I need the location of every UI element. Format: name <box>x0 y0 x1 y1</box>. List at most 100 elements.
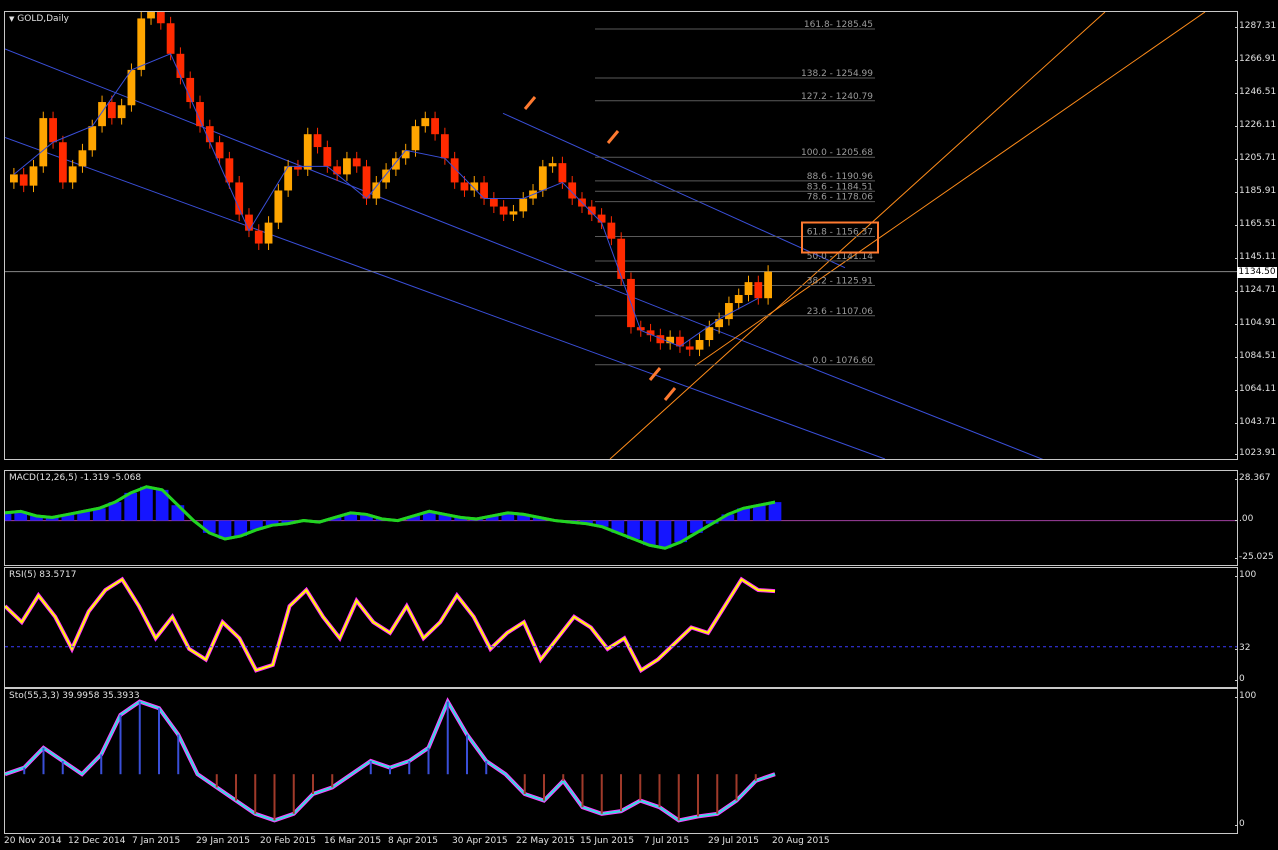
time-tick: 22 May 2015 <box>516 836 575 846</box>
price-tick: 1266.91 <box>1234 54 1277 64</box>
trend-line-lower <box>5 136 886 459</box>
time-tick: 8 Apr 2015 <box>388 836 438 846</box>
candle-body <box>49 118 57 143</box>
candle-body <box>58 142 67 183</box>
fib-level-label: 88.6 - 1190.96 <box>807 172 873 182</box>
rsi-line <box>5 577 776 672</box>
candle-body <box>245 214 253 231</box>
time-tick: 12 Dec 2014 <box>68 836 126 846</box>
chart-title: ▼ GOLD,Daily <box>9 14 69 24</box>
candle-body <box>744 282 753 295</box>
price-tick: 1064.11 <box>1234 384 1277 394</box>
candle-body <box>725 303 733 320</box>
candle-body <box>166 23 175 54</box>
candle-body <box>78 150 87 167</box>
candle-body <box>205 126 214 143</box>
price-tick: 1165.51 <box>1234 219 1277 229</box>
rsi-label: RSI(5) 83.5717 <box>9 570 77 580</box>
candle-body <box>421 118 430 127</box>
candle-body <box>313 134 322 148</box>
candle-body <box>538 166 547 191</box>
time-tick: 20 Nov 2014 <box>4 836 62 846</box>
time-tick: 7 Jul 2015 <box>644 836 690 846</box>
current-price-label: 1134.50 <box>1237 267 1277 278</box>
candle-body <box>19 174 28 186</box>
chart-title-text: GOLD,Daily <box>17 14 69 24</box>
price-tick: 1043.71 <box>1234 417 1277 427</box>
candle-body <box>362 166 371 199</box>
candle-body <box>39 118 48 167</box>
sto-tick: 0 <box>1235 819 1245 829</box>
fib-level-label: 100.0 - 1205.68 <box>801 148 873 158</box>
candle-body <box>489 198 498 207</box>
candle-body <box>607 222 616 239</box>
candle-body <box>548 163 557 167</box>
rsi-pane[interactable]: RSI(5) 83.5717 <box>4 567 1238 688</box>
fib-level-label: 38.2 - 1125.91 <box>807 276 873 286</box>
fib-level-label: 138.2 - 1254.99 <box>801 69 873 79</box>
macd-pane[interactable]: MACD(12,26,5) -1.319 -5.068 <box>4 470 1238 566</box>
price-pane[interactable]: 161.8- 1285.45 138.2 - 1254.99 127.2 - 124… <box>4 11 1238 460</box>
sto-tick: 100 <box>1234 691 1257 701</box>
candle-body <box>685 346 694 350</box>
macd-chart <box>5 485 1237 550</box>
price-tick: 1023.91 <box>1234 448 1277 458</box>
candle-body <box>68 166 77 183</box>
fib-level-label: 127.2 - 1240.79 <box>801 92 873 102</box>
candle-body <box>715 319 724 328</box>
fib-level-label: 23.6 - 1107.06 <box>807 307 873 317</box>
price-tick: 1124.71 <box>1234 285 1277 295</box>
candle-body <box>147 12 155 19</box>
candle-body <box>156 12 165 24</box>
chart-window: 161.8- 1285.45 138.2 - 1254.99 127.2 - 124… <box>0 0 1278 850</box>
fib-level-label: 0.0 - 1076.60 <box>813 356 874 366</box>
rsi-tick: 0 <box>1235 674 1245 684</box>
annotation-arrow <box>663 387 677 401</box>
time-tick: 16 Mar 2015 <box>324 836 382 846</box>
candle-body <box>352 158 361 167</box>
fib-level-label: 161.8- 1285.45 <box>804 20 873 30</box>
candle-body <box>705 327 714 341</box>
candle-body <box>127 69 136 106</box>
price-tick: 1205.71 <box>1234 153 1277 163</box>
stochastic-pane[interactable]: Sto(55,3,3) 39.9958 35.3933 <box>4 688 1238 834</box>
candle-body <box>137 18 146 70</box>
dropdown-triangle-icon[interactable]: ▼ <box>9 15 14 23</box>
candle-body <box>470 182 479 191</box>
candle-body <box>558 163 567 183</box>
stochastic-label: Sto(55,3,3) 39.9958 35.3933 <box>9 691 140 701</box>
price-scale: 1287.31 1266.91 1246.51 1226.11 1205.71 … <box>1234 11 1278 458</box>
candle-body <box>323 147 332 167</box>
time-tick: 20 Feb 2015 <box>260 836 317 846</box>
macd-tick: -25.025 <box>1235 552 1274 562</box>
time-tick: 7 Jan 2015 <box>132 836 181 846</box>
price-tick: 1246.51 <box>1234 87 1277 97</box>
candle-body <box>10 174 18 183</box>
candle-body <box>29 166 38 186</box>
rsi-scale: 100 32 0 <box>1234 567 1278 686</box>
price-tick: 1185.91 <box>1234 186 1277 196</box>
fib-level-label: 83.6 - 1184.51 <box>807 182 873 192</box>
candle-body <box>274 190 283 223</box>
candle-body <box>343 158 351 175</box>
time-tick: 15 Jun 2015 <box>580 836 635 846</box>
candle-body <box>597 214 606 223</box>
candle-body <box>107 102 116 119</box>
candle-body <box>254 230 263 244</box>
time-tick: 29 Jul 2015 <box>708 836 759 846</box>
candle-body <box>303 134 312 170</box>
candle-body <box>450 158 459 183</box>
fib-level-label: 61.8 - 1156.37 <box>807 228 873 238</box>
rsi-tick: 100 <box>1234 570 1257 580</box>
candle-body <box>176 53 185 78</box>
macd-tick: 28.367 <box>1235 473 1271 483</box>
time-tick: 29 Jan 2015 <box>196 836 250 846</box>
price-tick: 1287.31 <box>1234 21 1277 31</box>
macd-scale: 28.367 .00 -25.025 <box>1234 470 1278 564</box>
time-tick: 30 Apr 2015 <box>452 836 508 846</box>
price-chart: 161.8- 1285.45 138.2 - 1254.99 127.2 - 124… <box>5 12 1237 459</box>
candle-body <box>460 182 469 191</box>
candle-body <box>519 198 528 212</box>
candle-body <box>617 238 626 279</box>
fib-level-label: 78.6 - 1178.06 <box>807 193 873 203</box>
